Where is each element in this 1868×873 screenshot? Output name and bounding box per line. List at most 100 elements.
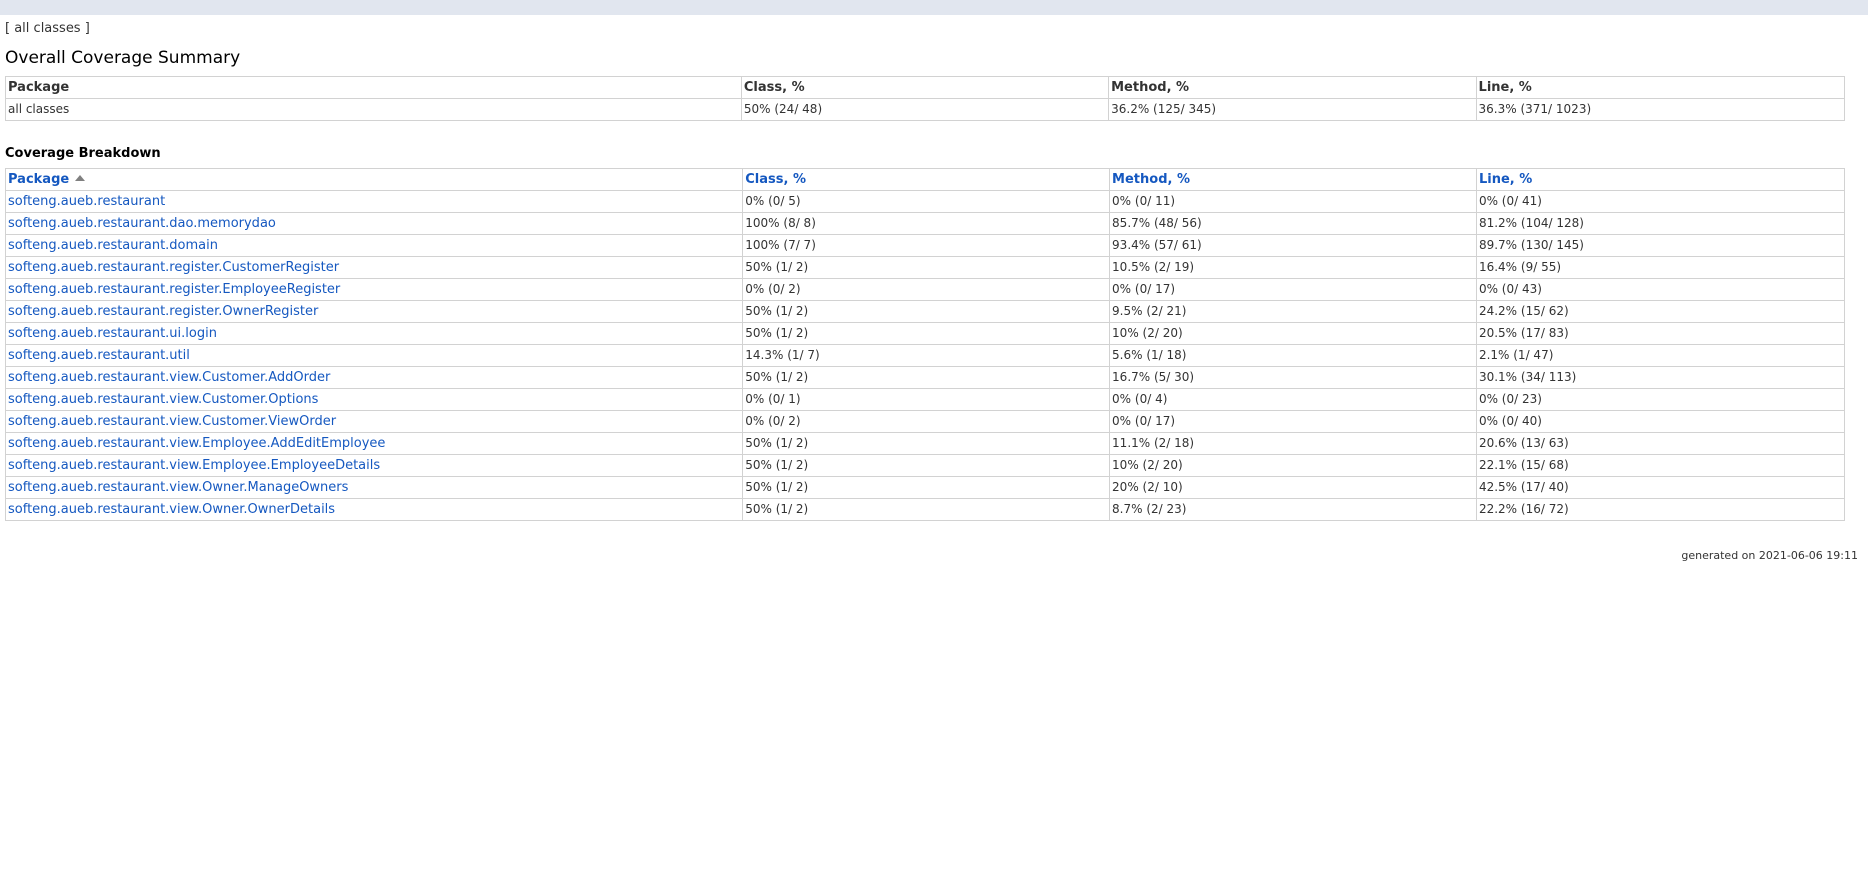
class-coverage-cell: 50% (1/ 2)	[742, 476, 1111, 499]
table-row: softeng.aueb.restaurant.register.Employe…	[4, 278, 1846, 301]
method-coverage-cell: 10.5% (2/ 19)	[1109, 256, 1477, 279]
line-coverage-cell: 16.4% (9/ 55)	[1475, 256, 1846, 279]
package-cell: softeng.aueb.restaurant.register.OwnerRe…	[4, 300, 744, 323]
method-coverage-cell: 10% (2/ 20)	[1109, 454, 1477, 477]
table-row: softeng.aueb.restaurant.view.Employee.Ad…	[4, 432, 1846, 455]
line-coverage-cell: 30.1% (34/ 113)	[1475, 366, 1846, 389]
class-coverage-cell: 50% (1/ 2)	[742, 498, 1111, 521]
method-coverage-cell: 11.1% (2/ 18)	[1109, 432, 1477, 455]
package-link[interactable]: softeng.aueb.restaurant.domain	[8, 238, 218, 253]
package-link[interactable]: softeng.aueb.restaurant.view.Customer.Vi…	[8, 414, 336, 429]
summary-package-cell: all classes	[5, 98, 742, 121]
summary-class-cell: 50% (24/ 48)	[740, 98, 1110, 121]
table-row: softeng.aueb.restaurant.view.Customer.Op…	[4, 388, 1846, 411]
breakdown-header-row: Package Class, % Method, % Line, %	[4, 168, 1846, 191]
table-row: softeng.aueb.restaurant.view.Owner.Manag…	[4, 476, 1846, 499]
summary-method-cell: 36.2% (125/ 345)	[1108, 98, 1477, 121]
table-row: softeng.aueb.restaurant.view.Owner.Owner…	[4, 498, 1846, 521]
class-coverage-cell: 0% (0/ 2)	[742, 278, 1111, 301]
summary-line-cell: 36.3% (371/ 1023)	[1475, 98, 1846, 121]
class-coverage-cell: 100% (7/ 7)	[742, 234, 1111, 257]
line-coverage-cell: 0% (0/ 40)	[1475, 410, 1846, 433]
summary-header-package: Package	[5, 76, 742, 99]
sort-by-method-header[interactable]: Method, %	[1109, 168, 1477, 191]
summary-header-row: Package Class, % Method, % Line, %	[5, 76, 1846, 99]
package-cell: softeng.aueb.restaurant.view.Employee.Ad…	[4, 432, 744, 455]
sort-ascending-icon	[75, 175, 86, 181]
method-coverage-cell: 16.7% (5/ 30)	[1109, 366, 1477, 389]
breadcrumb: [ all classes ]	[5, 19, 1863, 39]
class-coverage-cell: 50% (1/ 2)	[742, 322, 1111, 345]
sort-by-package-header[interactable]: Package	[4, 168, 744, 191]
class-coverage-cell: 50% (1/ 2)	[742, 454, 1111, 477]
method-coverage-cell: 85.7% (48/ 56)	[1109, 212, 1477, 235]
summary-table: Package Class, % Method, % Line, % all c…	[5, 76, 1846, 121]
method-coverage-cell: 5.6% (1/ 18)	[1109, 344, 1477, 367]
method-coverage-cell: 8.7% (2/ 23)	[1109, 498, 1477, 521]
package-cell: softeng.aueb.restaurant.util	[4, 344, 744, 367]
summary-header-method: Method, %	[1108, 76, 1477, 99]
table-row: softeng.aueb.restaurant.dao.memorydao 100…	[4, 212, 1846, 235]
method-coverage-cell: 0% (0/ 17)	[1109, 278, 1477, 301]
method-coverage-cell: 20% (2/ 10)	[1109, 476, 1477, 499]
table-row: softeng.aueb.restaurant.view.Customer.Vi…	[4, 410, 1846, 433]
method-coverage-cell: 9.5% (2/ 21)	[1109, 300, 1477, 323]
package-link[interactable]: softeng.aueb.restaurant.ui.login	[8, 326, 217, 341]
class-coverage-cell: 50% (1/ 2)	[742, 366, 1111, 389]
sort-by-line-header[interactable]: Line, %	[1475, 168, 1846, 191]
table-row: softeng.aueb.restaurant.register.Custome…	[4, 256, 1846, 279]
line-coverage-cell: 89.7% (130/ 145)	[1475, 234, 1846, 257]
package-link[interactable]: softeng.aueb.restaurant.dao.memorydao	[8, 216, 276, 231]
method-coverage-cell: 0% (0/ 4)	[1109, 388, 1477, 411]
package-link[interactable]: softeng.aueb.restaurant.register.Employe…	[8, 282, 340, 297]
package-link[interactable]: softeng.aueb.restaurant.view.Owner.Manag…	[8, 480, 348, 495]
package-link[interactable]: softeng.aueb.restaurant.register.OwnerRe…	[8, 304, 318, 319]
package-cell: softeng.aueb.restaurant.domain	[4, 234, 744, 257]
package-link[interactable]: softeng.aueb.restaurant.view.Employee.Em…	[8, 458, 380, 473]
line-coverage-cell: 81.2% (104/ 128)	[1475, 212, 1846, 235]
package-cell: softeng.aueb.restaurant	[4, 190, 744, 213]
package-link[interactable]: softeng.aueb.restaurant.view.Owner.Owner…	[8, 502, 335, 517]
method-coverage-cell: 0% (0/ 11)	[1109, 190, 1477, 213]
breadcrumb-close: ]	[84, 21, 90, 36]
package-link[interactable]: softeng.aueb.restaurant.util	[8, 348, 190, 363]
line-coverage-cell: 2.1% (1/ 47)	[1475, 344, 1846, 367]
line-coverage-cell: 22.2% (16/ 72)	[1475, 498, 1846, 521]
package-cell: softeng.aueb.restaurant.view.Owner.Owner…	[4, 498, 744, 521]
line-coverage-cell: 20.6% (13/ 63)	[1475, 432, 1846, 455]
table-row: softeng.aueb.restaurant.view.Customer.Ad…	[4, 366, 1846, 389]
line-coverage-cell: 0% (0/ 43)	[1475, 278, 1846, 301]
table-row: softeng.aueb.restaurant.register.OwnerRe…	[4, 300, 1846, 323]
summary-row: all classes 50% (24/ 48) 36.2% (125/ 345…	[5, 98, 1846, 121]
generated-timestamp: generated on 2021-06-06 19:11	[1681, 549, 1858, 562]
table-row: softeng.aueb.restaurant.view.Employee.Em…	[4, 454, 1846, 477]
package-header-label[interactable]: Package	[8, 172, 69, 187]
breakdown-title: Coverage Breakdown	[5, 146, 161, 161]
line-coverage-cell: 20.5% (17/ 83)	[1475, 322, 1846, 345]
package-link[interactable]: softeng.aueb.restaurant.view.Customer.Op…	[8, 392, 318, 407]
class-coverage-cell: 50% (1/ 2)	[742, 256, 1111, 279]
package-link[interactable]: softeng.aueb.restaurant.view.Customer.Ad…	[8, 370, 330, 385]
top-bar	[0, 0, 1868, 15]
package-link[interactable]: softeng.aueb.restaurant.register.Custome…	[8, 260, 339, 275]
summary-header-line: Line, %	[1475, 76, 1846, 99]
method-coverage-cell: 93.4% (57/ 61)	[1109, 234, 1477, 257]
summary-header-class: Class, %	[740, 76, 1110, 99]
package-cell: softeng.aueb.restaurant.register.Employe…	[4, 278, 744, 301]
sort-by-class-header[interactable]: Class, %	[742, 168, 1111, 191]
line-coverage-cell: 0% (0/ 41)	[1475, 190, 1846, 213]
class-coverage-cell: 100% (8/ 8)	[742, 212, 1111, 235]
class-coverage-cell: 0% (0/ 2)	[742, 410, 1111, 433]
package-link[interactable]: softeng.aueb.restaurant.view.Employee.Ad…	[8, 436, 385, 451]
package-cell: softeng.aueb.restaurant.view.Customer.Vi…	[4, 410, 744, 433]
class-coverage-cell: 14.3% (1/ 7)	[742, 344, 1111, 367]
method-coverage-cell: 0% (0/ 17)	[1109, 410, 1477, 433]
class-coverage-cell: 50% (1/ 2)	[742, 300, 1111, 323]
package-cell: softeng.aueb.restaurant.view.Owner.Manag…	[4, 476, 744, 499]
package-link[interactable]: softeng.aueb.restaurant	[8, 194, 165, 209]
method-coverage-cell: 10% (2/ 20)	[1109, 322, 1477, 345]
breadcrumb-all-classes: all classes	[14, 21, 81, 36]
table-row: softeng.aueb.restaurant.domain 100% (7/ 7…	[4, 234, 1846, 257]
package-cell: softeng.aueb.restaurant.view.Customer.Op…	[4, 388, 744, 411]
class-coverage-cell: 0% (0/ 1)	[742, 388, 1111, 411]
